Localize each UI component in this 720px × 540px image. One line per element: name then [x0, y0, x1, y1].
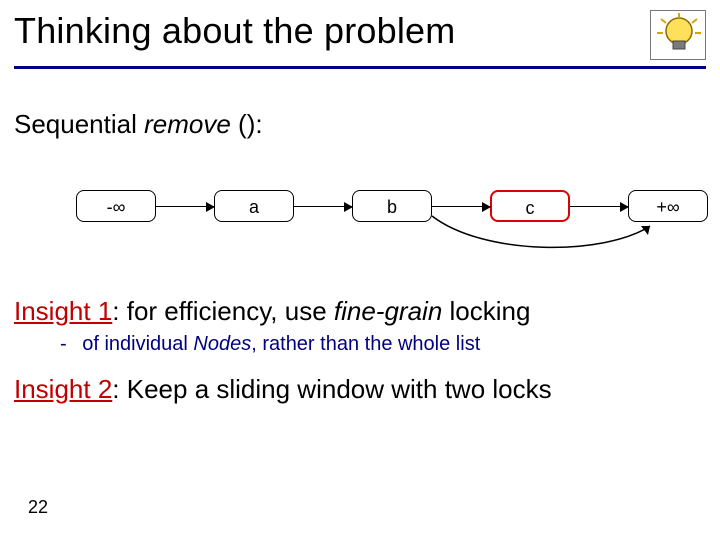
- slide-title: Thinking about the problem: [14, 10, 455, 52]
- bypass-arrow: [14, 186, 714, 266]
- insight-2-label: Insight 2: [14, 374, 112, 404]
- insight-2-text: : Keep a sliding window with two locks: [112, 374, 551, 404]
- insight-2: Insight 2: Keep a sliding window with tw…: [14, 374, 706, 405]
- title-bar: Thinking about the problem: [14, 10, 706, 69]
- insight-1-text-1: : for efficiency, use: [112, 296, 334, 326]
- insight-1-sub: - of individual Nodes, rather than the w…: [60, 333, 706, 356]
- bullet-dash: -: [60, 333, 67, 355]
- page-number: 22: [28, 497, 48, 518]
- subtitle-suffix: ():: [238, 109, 263, 139]
- subtitle: Sequential remove ():: [14, 109, 706, 140]
- subtitle-method: remove: [144, 109, 238, 139]
- insight-1: Insight 1: for efficiency, use fine-grai…: [14, 296, 706, 327]
- insight-1-ital: fine-grain: [334, 296, 442, 326]
- sub1-pre: of individual: [82, 333, 193, 355]
- sub1-post: , rather than the whole list: [251, 333, 480, 355]
- lightbulb-icon: [650, 10, 706, 60]
- subtitle-prefix: Sequential: [14, 109, 144, 139]
- insight-1-label: Insight 1: [14, 296, 112, 326]
- sub1-ital: Nodes: [193, 333, 251, 355]
- insight-1-text-2: locking: [442, 296, 530, 326]
- linked-list-diagram: -∞ a b c +∞: [14, 186, 706, 256]
